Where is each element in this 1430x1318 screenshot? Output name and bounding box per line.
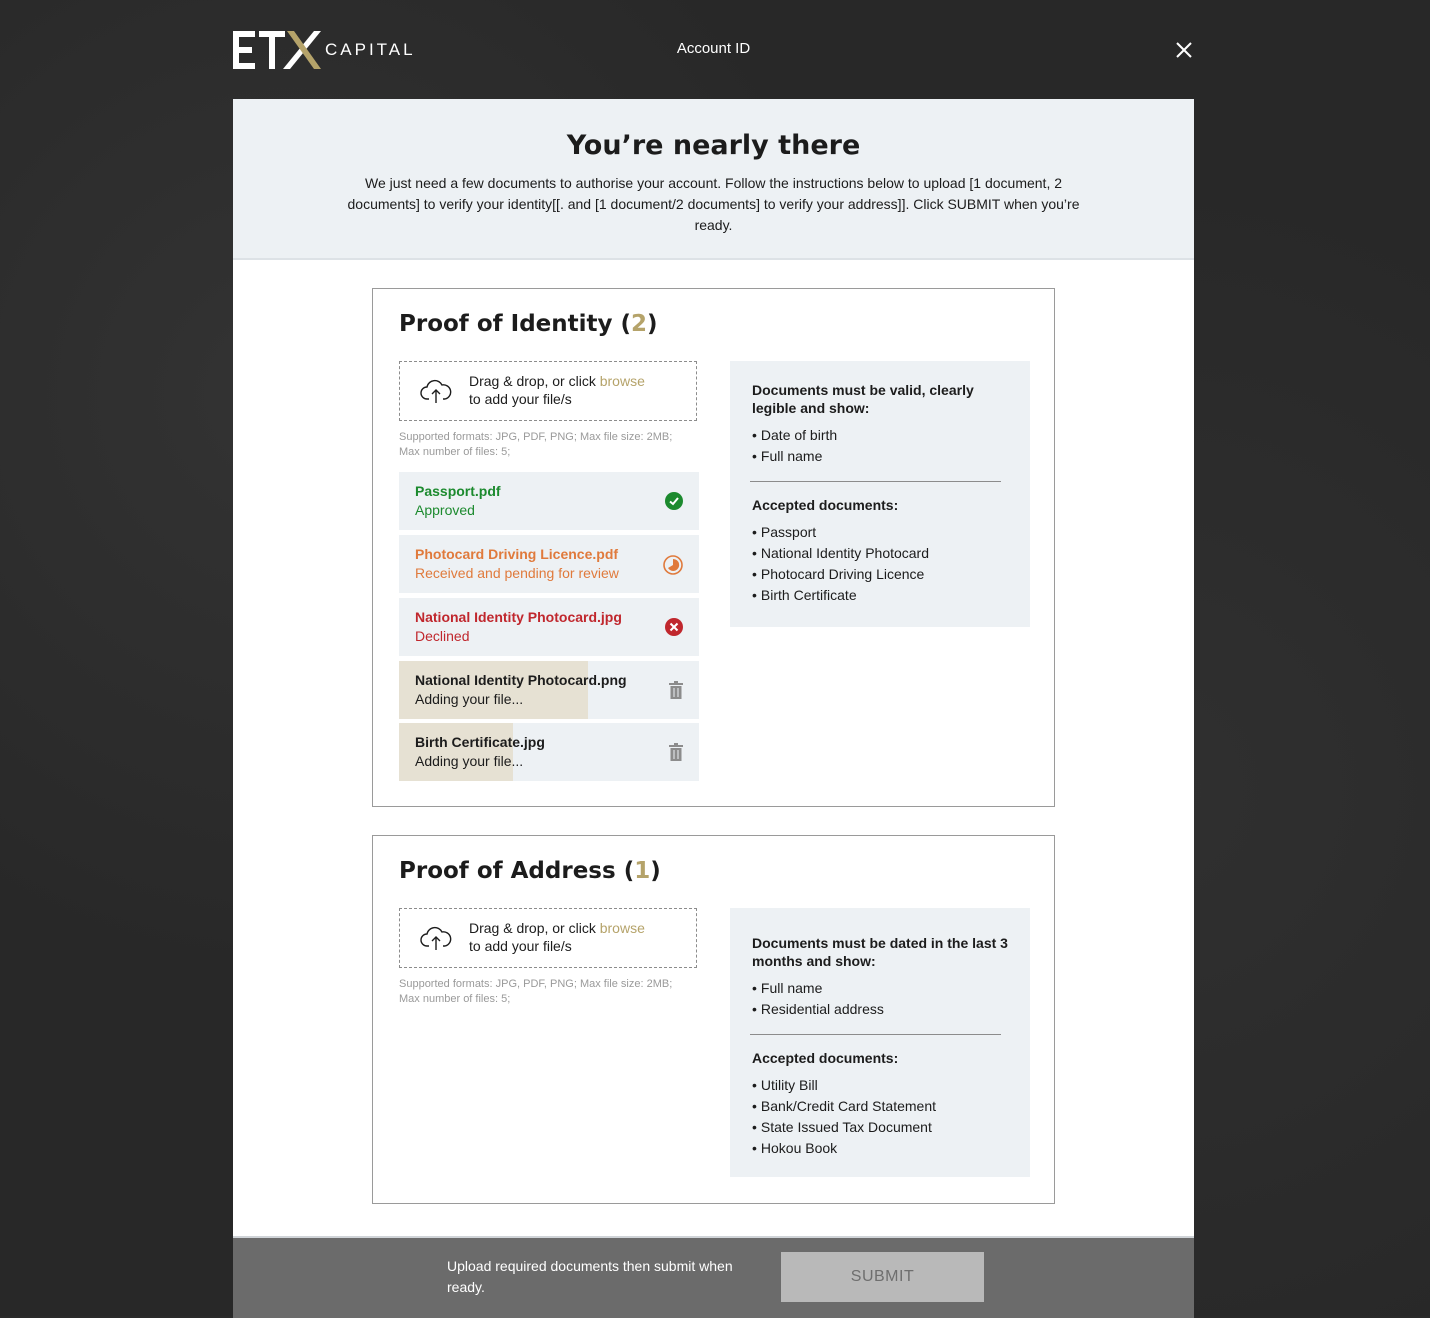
dropzone-suffix: to add your file/s <box>469 391 572 407</box>
file-item: Birth Certificate.jpg Adding your file..… <box>399 723 699 781</box>
file-status: Adding your file... <box>415 753 524 769</box>
formats-text: Supported formats: JPG, PDF, PNG; Max fi… <box>399 978 673 990</box>
identity-requirements-panel: Documents must be valid, clearly legible… <box>730 361 1030 627</box>
required-count: 2 <box>631 311 648 337</box>
requirements-list: Full name Residential address <box>752 978 1008 1020</box>
dropzone-prefix: Drag & drop, or click <box>469 373 596 389</box>
declined-x-icon <box>665 618 683 636</box>
upload-progress-bar <box>399 661 588 719</box>
list-item: Bank/Credit Card Statement <box>752 1096 1008 1117</box>
dropzone-suffix: to add your file/s <box>469 938 572 954</box>
list-item: Residential address <box>752 999 1008 1020</box>
list-item: Full name <box>752 978 1008 999</box>
list-item: Full name <box>752 446 1008 467</box>
proof-of-identity-card: Proof of Identity (2) Drag & drop, or cl… <box>372 288 1055 807</box>
list-item: National Identity Photocard <box>752 543 1008 564</box>
requirements-heading: Documents must be dated in the last 3 mo… <box>752 935 1008 969</box>
accepted-documents-list: Utility Bill Bank/Credit Card Statement … <box>752 1075 1008 1159</box>
max-files-text: Max number of files: 5; <box>399 993 511 1005</box>
accepted-heading: Accepted documents: <box>752 1050 899 1066</box>
file-status: Received and pending for review <box>415 565 619 581</box>
dropzone-text: Drag & drop, or click browse to add your… <box>469 372 645 408</box>
trash-icon[interactable] <box>669 681 683 699</box>
trash-icon[interactable] <box>669 743 683 761</box>
upload-documents-modal: You’re nearly there We just need a few d… <box>233 99 1194 1318</box>
close-icon <box>1176 42 1192 58</box>
file-name: National Identity Photocard.jpg <box>415 609 622 625</box>
list-item: State Issued Tax Document <box>752 1117 1008 1138</box>
identity-dropzone[interactable]: Drag & drop, or click browse to add your… <box>399 361 697 421</box>
submit-button[interactable]: SUBMIT <box>781 1252 984 1302</box>
address-requirements-panel: Documents must be dated in the last 3 mo… <box>730 908 1030 1177</box>
divider <box>750 481 1001 482</box>
close-button[interactable] <box>1174 40 1194 60</box>
accepted-documents-list: Passport National Identity Photocard Pho… <box>752 522 1008 606</box>
list-item: Date of birth <box>752 425 1008 446</box>
proof-of-address-card: Proof of Address (1) Drag & drop, or cli… <box>372 835 1055 1204</box>
dropzone-text: Drag & drop, or click browse to add your… <box>469 919 645 955</box>
file-status: Adding your file... <box>415 691 524 707</box>
required-count: 1 <box>634 858 651 884</box>
file-item: Photocard Driving Licence.pdf Received a… <box>399 535 699 593</box>
page-title: You’re nearly there <box>566 130 861 161</box>
file-name: Photocard Driving Licence.pdf <box>415 546 619 562</box>
address-dropzone[interactable]: Drag & drop, or click browse to add your… <box>399 908 697 968</box>
list-item: Utility Bill <box>752 1075 1008 1096</box>
file-status: Declined <box>415 628 470 644</box>
cloud-upload-icon <box>420 379 452 403</box>
browse-link[interactable]: browse <box>600 373 645 389</box>
footer-bar: Upload required documents then submit wh… <box>233 1236 1194 1318</box>
check-circle-icon <box>665 492 683 510</box>
file-status: Approved <box>415 502 475 518</box>
list-item: Hokou Book <box>752 1138 1008 1159</box>
intro-description: We just need a few documents to authoris… <box>347 175 1080 233</box>
divider <box>750 1034 1001 1035</box>
section-title-text: Proof of Address <box>399 858 616 884</box>
list-item: Passport <box>752 522 1008 543</box>
intro-section: You’re nearly there We just need a few d… <box>233 99 1194 260</box>
list-item: Photocard Driving Licence <box>752 564 1008 585</box>
accepted-heading: Accepted documents: <box>752 497 899 513</box>
top-bar: CAPITAL Account ID <box>233 0 1194 99</box>
file-item: National Identity Photocard.png Adding y… <box>399 661 699 719</box>
max-files-text: Max number of files: 5; <box>399 446 511 458</box>
list-item: Birth Certificate <box>752 585 1008 606</box>
requirements-heading: Documents must be valid, clearly legible… <box>752 382 974 416</box>
formats-text: Supported formats: JPG, PDF, PNG; Max fi… <box>399 431 673 443</box>
upload-progress-bar <box>399 723 513 781</box>
footer-instruction: Upload required documents then submit wh… <box>447 1258 733 1295</box>
account-id-title: Account ID <box>676 40 751 57</box>
file-name: Passport.pdf <box>415 483 501 499</box>
browse-link[interactable]: browse <box>600 920 645 936</box>
file-item: Passport.pdf Approved <box>399 472 699 530</box>
file-item: National Identity Photocard.jpg Declined <box>399 598 699 656</box>
proof-of-address-title: Proof of Address (1) <box>399 858 661 884</box>
dropzone-prefix: Drag & drop, or click <box>469 920 596 936</box>
file-name: National Identity Photocard.png <box>415 672 627 688</box>
pending-clock-icon <box>663 555 683 575</box>
supported-formats: Supported formats: JPG, PDF, PNG; Max fi… <box>399 430 699 460</box>
supported-formats: Supported formats: JPG, PDF, PNG; Max fi… <box>399 977 699 1007</box>
section-title-text: Proof of Identity <box>399 311 613 337</box>
file-name: Birth Certificate.jpg <box>415 734 545 750</box>
proof-of-identity-title: Proof of Identity (2) <box>399 311 658 337</box>
cloud-upload-icon <box>420 926 452 950</box>
requirements-list: Date of birth Full name <box>752 425 1008 467</box>
